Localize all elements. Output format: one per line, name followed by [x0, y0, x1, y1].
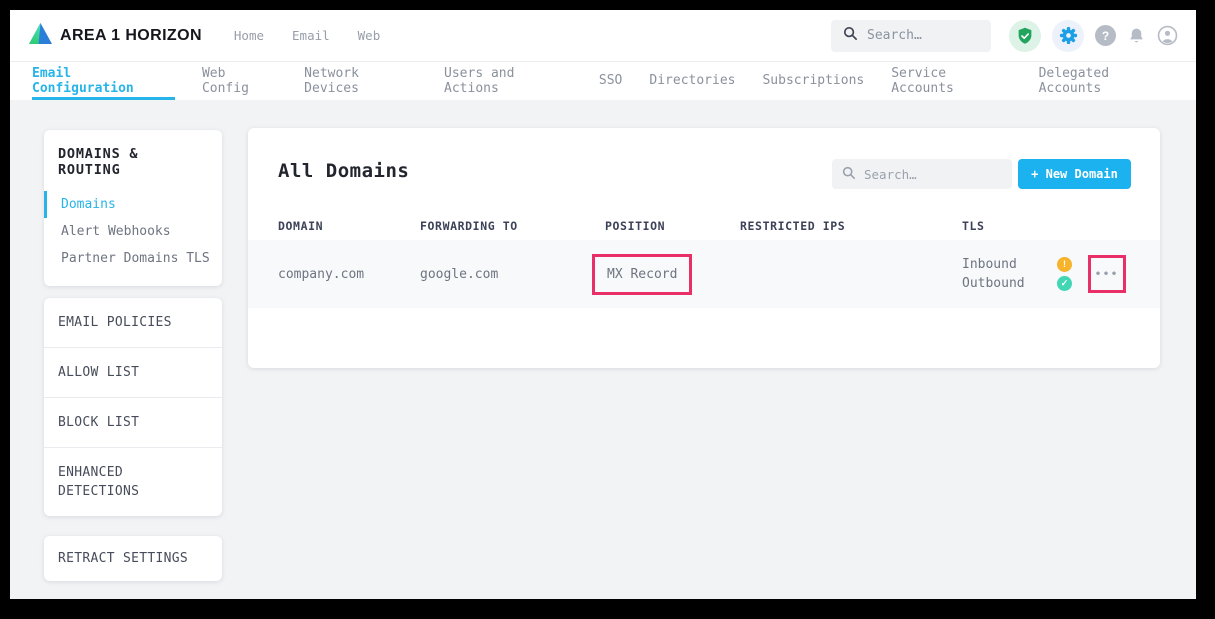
- sidebar-group-title: DOMAINS & ROUTING: [44, 146, 222, 178]
- search-icon: [843, 26, 858, 45]
- sidebar-policy-sections: EMAIL POLICIES ALLOW LIST BLOCK LIST ENH…: [44, 298, 222, 516]
- shield-check-icon[interactable]: [1009, 20, 1041, 52]
- new-domain-button[interactable]: + New Domain: [1018, 159, 1131, 189]
- tab-web-config[interactable]: Web Config: [202, 62, 277, 100]
- sidebar-item-label: BLOCK LIST: [58, 413, 139, 432]
- table-header-row: DOMAIN FORWARDING TO POSITION RESTRICTED…: [248, 212, 1160, 240]
- tls-outbound-line: Outbound ✓: [962, 274, 1072, 293]
- sidebar-item-domains[interactable]: Domains: [44, 191, 222, 218]
- tab-sso[interactable]: SSO: [599, 62, 622, 100]
- page-title: All Domains: [278, 160, 409, 182]
- tab-email-configuration[interactable]: Email Configuration: [32, 62, 175, 100]
- cell-actions: •••: [1088, 255, 1160, 293]
- sidebar-item-email-policies[interactable]: EMAIL POLICIES: [44, 298, 222, 348]
- tab-network-devices[interactable]: Network Devices: [304, 62, 417, 100]
- top-link-home[interactable]: Home: [234, 28, 264, 43]
- sidebar-item-enhanced-detections[interactable]: ENHANCED DETECTIONS: [44, 448, 222, 516]
- tab-service-accounts[interactable]: Service Accounts: [891, 62, 1011, 100]
- cell-forwarding-to: google.com: [420, 267, 605, 282]
- tab-directories[interactable]: Directories: [649, 62, 735, 100]
- app-window: AREA 1 HORIZON Home Email Web: [10, 10, 1196, 599]
- cell-tls: Inbound ! Outbound ✓: [962, 255, 1088, 293]
- tls-inbound-label: Inbound: [962, 255, 1017, 274]
- search-icon: [842, 165, 856, 184]
- sidebar-item-label: ALLOW LIST: [58, 363, 139, 382]
- content-area: DOMAINS & ROUTING Domains Alert Webhooks…: [10, 100, 1196, 599]
- cell-domain: company.com: [278, 267, 420, 282]
- sidebar-item-allow-list[interactable]: ALLOW LIST: [44, 348, 222, 398]
- col-header-forwarding-to: FORWARDING TO: [420, 219, 605, 233]
- help-icon[interactable]: ?: [1095, 25, 1116, 46]
- annotation-box-actions: •••: [1088, 255, 1126, 293]
- annotation-box-position: MX Record: [592, 254, 692, 295]
- secondary-nav: Email Configuration Web Config Network D…: [10, 62, 1196, 100]
- tls-outbound-label: Outbound: [962, 274, 1025, 293]
- sidebar-item-retract-settings[interactable]: RETRACT SETTINGS: [44, 536, 222, 581]
- brand-name: AREA 1 HORIZON: [60, 27, 202, 45]
- gear-icon[interactable]: [1052, 20, 1084, 52]
- top-link-email[interactable]: Email: [292, 28, 330, 43]
- col-header-restricted-ips: RESTRICTED IPS: [740, 219, 962, 233]
- domains-search[interactable]: [832, 159, 1012, 189]
- top-link-web[interactable]: Web: [358, 28, 381, 43]
- tab-delegated-accounts[interactable]: Delegated Accounts: [1039, 62, 1174, 100]
- sidebar-item-label: ENHANCED DETECTIONS: [58, 463, 190, 501]
- warning-icon: !: [1057, 257, 1072, 272]
- sidebar-item-alert-webhooks[interactable]: Alert Webhooks: [44, 218, 222, 245]
- domains-search-input[interactable]: [864, 167, 1002, 182]
- topbar-icons: ?: [1009, 20, 1178, 52]
- ellipsis-icon[interactable]: •••: [1095, 269, 1119, 280]
- global-search-input[interactable]: [867, 28, 979, 43]
- sidebar-item-partner-domains-tls[interactable]: Partner Domains TLS: [44, 245, 222, 272]
- global-search[interactable]: [831, 20, 991, 52]
- col-header-domain: DOMAIN: [278, 219, 420, 233]
- brand-logo[interactable]: AREA 1 HORIZON: [28, 22, 202, 49]
- tab-subscriptions[interactable]: Subscriptions: [762, 62, 864, 100]
- cell-position: MX Record: [605, 254, 740, 295]
- all-domains-panel: All Domains + New Domain DOMAIN FORWARDI…: [248, 128, 1160, 368]
- sidebar-domains-routing: DOMAINS & ROUTING Domains Alert Webhooks…: [44, 130, 222, 286]
- tab-users-and-actions[interactable]: Users and Actions: [444, 62, 572, 100]
- top-navbar: AREA 1 HORIZON Home Email Web: [10, 10, 1196, 62]
- sidebar-retract-settings-card: RETRACT SETTINGS: [44, 536, 222, 581]
- area1-triangle-icon: [28, 22, 53, 49]
- tls-inbound-line: Inbound !: [962, 255, 1072, 274]
- sidebar-item-block-list[interactable]: BLOCK LIST: [44, 398, 222, 448]
- col-header-tls: TLS: [962, 219, 1088, 233]
- bell-icon[interactable]: [1127, 26, 1146, 46]
- account-icon[interactable]: [1157, 25, 1178, 46]
- check-icon: ✓: [1057, 276, 1072, 291]
- position-value: MX Record: [607, 267, 677, 282]
- col-header-position: POSITION: [605, 219, 740, 233]
- sidebar-item-label: EMAIL POLICIES: [58, 313, 172, 332]
- table-row[interactable]: company.com google.com MX Record Inbound…: [248, 240, 1160, 308]
- top-links: Home Email Web: [234, 28, 380, 43]
